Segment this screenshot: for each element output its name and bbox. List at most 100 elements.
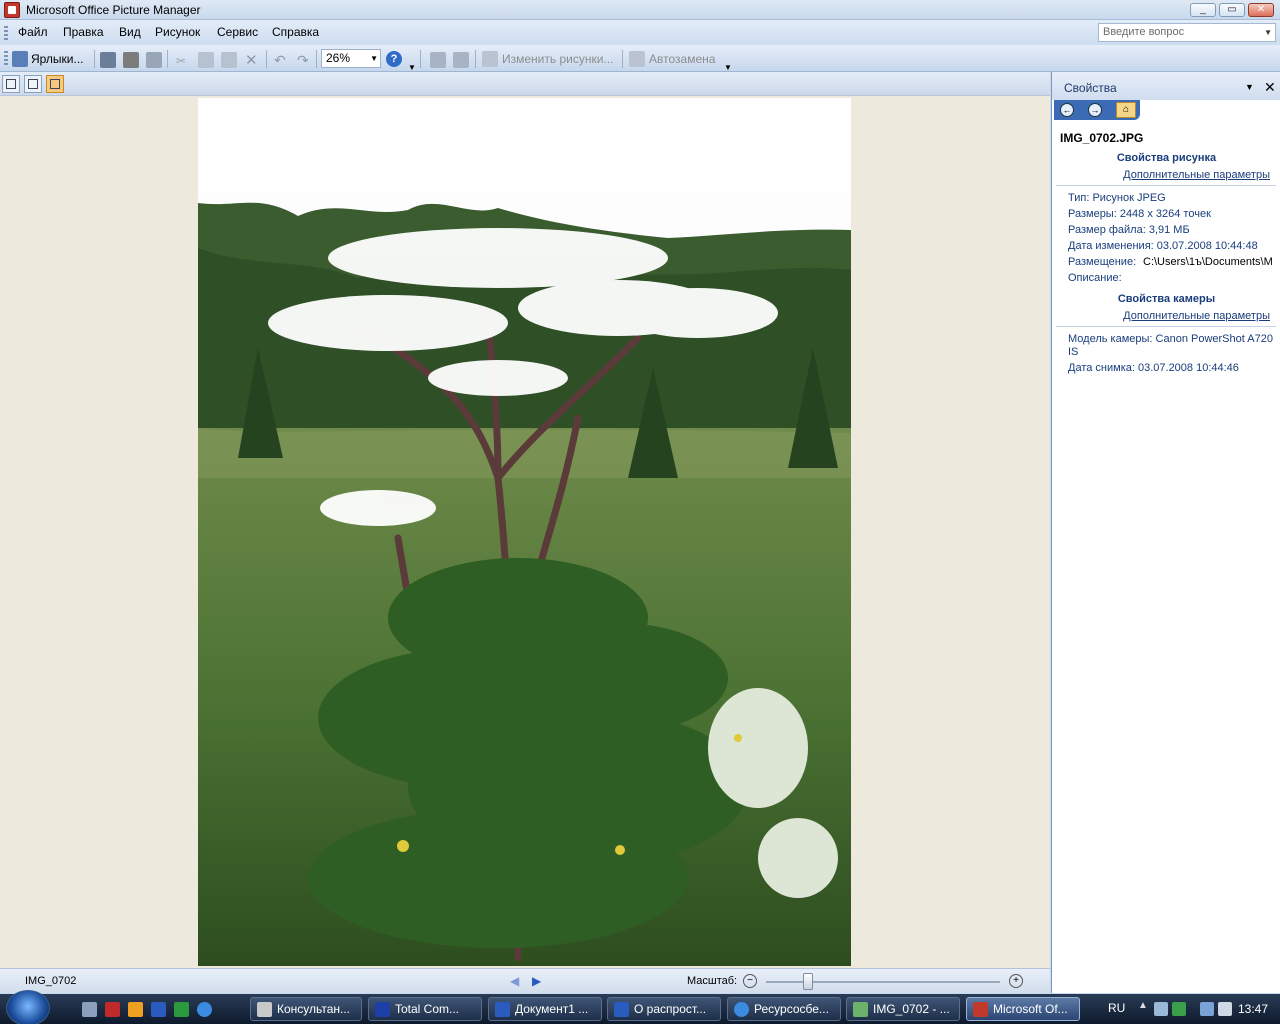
show-desktop-icon[interactable]	[82, 1002, 97, 1017]
task-label: О распрост...	[634, 1002, 707, 1016]
autocorrect-button[interactable]: Автозамена	[629, 49, 715, 69]
taskbar-button-word-doc[interactable]: О распрост...	[607, 997, 721, 1021]
help-icon[interactable]: ?	[386, 51, 402, 67]
camera-more-options-link[interactable]: Дополнительные параметры	[1123, 310, 1270, 322]
zoom-select[interactable]: 26% ▼	[321, 49, 381, 68]
clock[interactable]: 13:47	[1238, 1002, 1268, 1016]
menu-file[interactable]: Файл	[18, 25, 48, 39]
menu-view[interactable]: Вид	[119, 25, 141, 39]
task-label: Microsoft Of...	[993, 1002, 1068, 1016]
edit-pictures-label: Изменить рисунки...	[502, 52, 614, 66]
taskbar-button-browser[interactable]: Ресурсосбе...	[727, 997, 841, 1021]
taskbar-button-total-commander[interactable]: Total Com...	[368, 997, 482, 1021]
redo-icon[interactable]: ↷	[297, 50, 309, 70]
home-icon[interactable]: ⌂	[1116, 102, 1136, 118]
zoom-out-icon[interactable]: −	[743, 974, 757, 988]
internet-explorer-icon[interactable]	[197, 1002, 212, 1017]
start-button[interactable]	[6, 990, 50, 1024]
toolbar-separator	[94, 50, 95, 68]
minimize-button[interactable]: _	[1190, 3, 1216, 17]
task-label: IMG_0702 - ...	[873, 1002, 950, 1016]
close-button[interactable]: ✕	[1248, 3, 1274, 17]
thumbnail-view-button[interactable]	[2, 75, 20, 93]
undo-icon[interactable]: ↶	[274, 50, 286, 70]
pane-title: Свойства	[1064, 81, 1117, 95]
pane-close-icon[interactable]: ✕	[1264, 79, 1276, 96]
help-search-input[interactable]: Введите вопрос ▼	[1098, 23, 1276, 42]
taskbar-button-picture-manager[interactable]: Microsoft Of...	[966, 997, 1080, 1021]
word-icon[interactable]	[151, 1002, 166, 1017]
print-icon[interactable]	[123, 52, 139, 68]
toolbar-separator	[316, 50, 317, 68]
edit-pictures-icon	[482, 51, 498, 67]
cut-icon[interactable]: ✂	[176, 51, 186, 71]
taskbar-button-document1[interactable]: Документ1 ...	[488, 997, 602, 1021]
save-icon[interactable]	[100, 52, 116, 68]
rotate-right-icon[interactable]	[453, 52, 469, 68]
total-commander-icon	[375, 1002, 390, 1017]
toolbar-separator	[420, 50, 421, 68]
status-bar: IMG_0702 ◀ ▶ Масштаб: − +	[0, 968, 1050, 993]
zoom-slider-track[interactable]	[766, 981, 1000, 983]
display-icon[interactable]	[1200, 1002, 1214, 1016]
single-picture-view-button[interactable]	[46, 75, 64, 93]
network-icon[interactable]	[1154, 1002, 1168, 1016]
consultant-app-icon	[257, 1002, 272, 1017]
zoom-in-icon[interactable]: +	[1009, 974, 1023, 988]
language-indicator[interactable]: RU	[1108, 1001, 1125, 1015]
picture-canvas	[0, 96, 1050, 968]
task-label: Консультан...	[277, 1002, 351, 1016]
media-player-icon[interactable]	[128, 1002, 143, 1017]
excel-icon[interactable]	[174, 1002, 189, 1017]
window-title: Microsoft Office Picture Manager	[26, 3, 201, 17]
picture-manager-app-icon	[973, 1002, 988, 1017]
volume-icon[interactable]	[1218, 1002, 1232, 1016]
tray-app-icon[interactable]	[1172, 1002, 1186, 1016]
picture-more-options-link[interactable]: Дополнительные параметры	[1123, 169, 1270, 181]
email-icon[interactable]	[146, 52, 162, 68]
forward-icon[interactable]: →	[1088, 103, 1102, 117]
previous-picture-icon[interactable]: ◀	[510, 974, 519, 988]
menu-tools[interactable]: Сервис	[217, 25, 258, 39]
pane-menu-chevron-icon[interactable]: ▼	[1245, 82, 1254, 92]
maximize-button[interactable]: ▭	[1219, 3, 1245, 17]
paste-icon[interactable]	[221, 52, 237, 68]
edit-pictures-button[interactable]: Изменить рисунки...	[482, 49, 613, 69]
zoom-select-value: 26%	[326, 51, 351, 65]
toolbar-grip-handle[interactable]	[4, 51, 8, 67]
help-search-placeholder: Введите вопрос	[1103, 26, 1185, 38]
filmstrip-view-button[interactable]	[24, 75, 42, 93]
taskbar-button-consultant[interactable]: Консультан...	[250, 997, 362, 1021]
prop-shot-date: Дата снимка: 03.07.2008 10:44:46	[1068, 362, 1239, 374]
taskbar-button-image[interactable]: IMG_0702 - ...	[846, 997, 960, 1021]
divider	[1056, 185, 1276, 186]
prop-dimensions: Размеры: 2448 x 3264 точек	[1068, 208, 1211, 220]
menu-picture[interactable]: Рисунок	[155, 25, 200, 39]
prop-description[interactable]: Описание:	[1068, 272, 1122, 284]
prop-file-size: Размер файла: 3,91 МБ	[1068, 224, 1190, 236]
taskbar: Консультан... Total Com... Документ1 ...…	[0, 990, 1280, 1024]
prop-camera-model-cont: IS	[1068, 346, 1079, 358]
rotate-left-icon[interactable]	[430, 52, 446, 68]
picture-preview[interactable]	[198, 98, 851, 966]
quicklaunch-app-icon[interactable]	[105, 1002, 120, 1017]
internet-explorer-icon	[734, 1002, 749, 1017]
thumbnail-view-icon	[6, 79, 16, 89]
filmstrip-view-icon	[28, 79, 38, 89]
chevron-down-icon[interactable]: ▼	[1264, 28, 1272, 37]
zoom-slider-thumb[interactable]	[803, 973, 814, 990]
copy-icon[interactable]	[198, 52, 214, 68]
zoom-label: Масштаб:	[687, 975, 738, 987]
shortcuts-button[interactable]: Ярлыки...	[12, 49, 84, 69]
next-picture-icon[interactable]: ▶	[532, 974, 541, 988]
picture-manager-app-icon[interactable]	[4, 2, 20, 18]
single-picture-view-icon	[50, 79, 60, 89]
menu-grip-handle[interactable]	[4, 26, 8, 40]
menu-edit[interactable]: Правка	[63, 25, 104, 39]
menu-help[interactable]: Справка	[272, 25, 319, 39]
tray-chevron-icon[interactable]: ▲	[1138, 1000, 1148, 1014]
chevron-down-icon[interactable]: ▼	[370, 54, 378, 63]
back-icon[interactable]: ←	[1060, 103, 1074, 117]
prop-modified-date: Дата изменения: 03.07.2008 10:44:48	[1068, 240, 1258, 252]
delete-icon[interactable]: ✕	[245, 50, 258, 70]
